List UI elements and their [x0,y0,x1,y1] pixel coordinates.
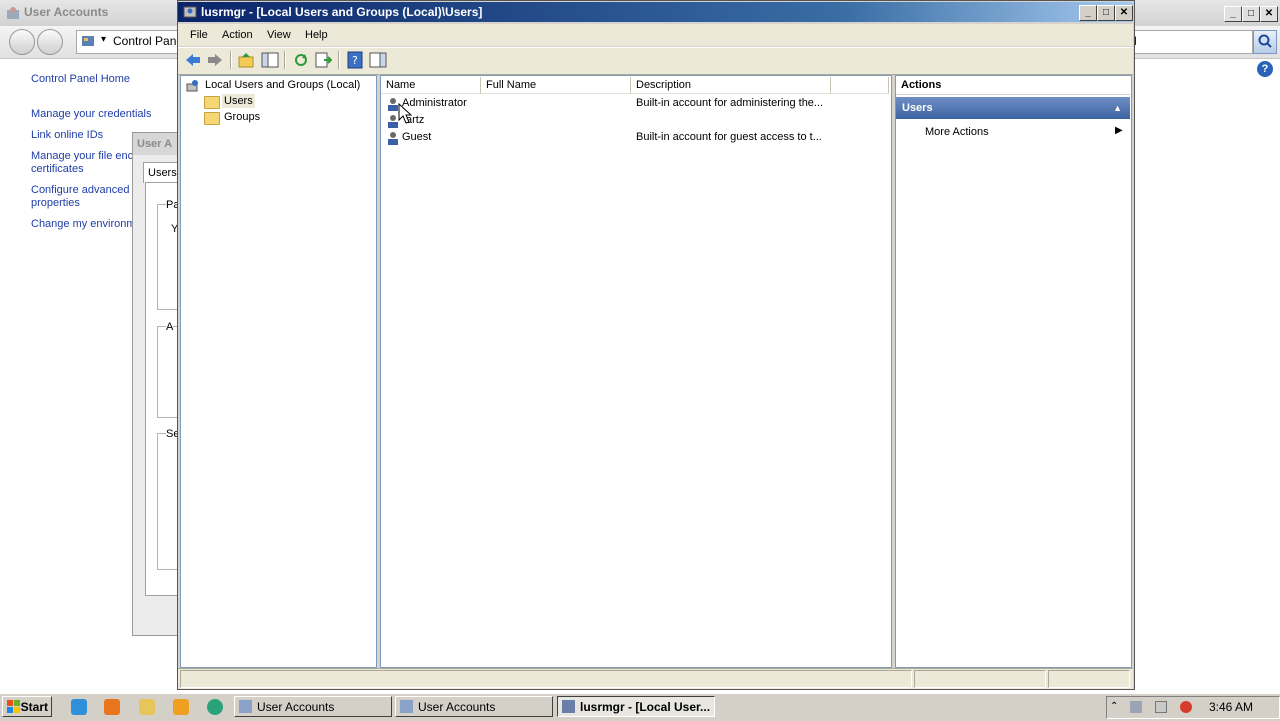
control-panel-icon [81,34,95,48]
tree-item-users[interactable]: Users [222,94,255,108]
folder-icon [204,96,220,109]
column-header-description[interactable]: Description [631,77,831,94]
link-change-environment[interactable]: Change my environm [31,218,136,230]
help-icon[interactable]: ? [1257,61,1273,77]
search-icon[interactable] [1253,30,1277,54]
maximize-icon[interactable]: □ [1097,5,1115,21]
column-header-empty [831,77,889,94]
back-arrow-icon[interactable] [184,51,202,69]
show-hide-tree-icon[interactable] [261,51,279,69]
export-list-icon[interactable] [314,51,333,69]
link-manage-credentials[interactable]: Manage your credentials [31,108,151,120]
mouse-cursor-icon [398,102,413,125]
window-title: lusrmgr - [Local Users and Groups (Local… [201,5,483,19]
menu-view[interactable]: View [267,29,291,41]
windows-logo-icon [7,700,21,714]
user-accounts-icon [400,700,413,713]
task-label: User Accounts [418,700,496,714]
start-button[interactable]: Start [2,696,52,717]
explorer-icon[interactable] [139,699,155,715]
collapse-up-icon[interactable]: ▲ [1113,97,1122,119]
tray-expand-icon[interactable]: ⌃ [1110,701,1122,713]
ie-icon[interactable] [71,699,87,715]
status-segment [180,670,912,688]
toolbar-separator [284,51,286,69]
actions-header: Actions [896,76,1130,95]
actions-section-label: Users [902,102,933,114]
show-action-pane-icon[interactable] [369,51,387,69]
row-description: Built-in account for guest access to t..… [636,131,822,143]
user-accounts-icon [6,6,20,20]
bg-close-icon[interactable]: ✕ [1260,6,1278,22]
up-folder-icon[interactable] [237,51,255,69]
task-label: lusrmgr - [Local User... [580,700,711,714]
toolbar-separator [230,51,232,69]
status-segment [1048,670,1130,688]
row-description: Built-in account for administering the..… [636,97,824,109]
link-online-ids[interactable]: Link online IDs [31,129,103,141]
link-file-encryption-line2[interactable]: certificates [31,163,84,175]
back-icon[interactable] [9,29,35,55]
minimize-icon[interactable]: _ [1079,5,1097,21]
bg-minimize-icon[interactable]: _ [1224,6,1242,22]
folder-icon [204,112,220,125]
taskbar-task-user-accounts[interactable]: User Accounts [234,696,392,717]
bg-maximize-icon[interactable]: □ [1242,6,1260,22]
address-text: Control Panel [113,34,186,48]
lusrmgr-icon [183,5,197,19]
column-header-name[interactable]: Name [381,77,481,94]
start-label: Start [20,700,48,714]
actions-section-users[interactable]: Users ▲ [896,97,1130,119]
firefox-icon[interactable] [104,699,120,715]
link-advanced-properties-line2[interactable]: properties [31,197,80,209]
chevron-down-icon[interactable]: ▾ [101,34,106,45]
help-book-icon[interactable]: ? [346,51,364,69]
taskbar-task-user-accounts-2[interactable]: User Accounts [395,696,553,717]
forward-arrow-icon[interactable] [206,51,224,69]
tree-root[interactable]: Local Users and Groups (Local) [205,79,360,91]
close-icon[interactable]: ✕ [1115,5,1133,21]
volume-muted-icon[interactable] [1180,701,1192,713]
link-advanced-properties[interactable]: Configure advanced [31,184,129,196]
status-segment [914,670,1046,688]
link-control-panel-home[interactable]: Control Panel Home [31,73,130,85]
menu-action[interactable]: Action [222,29,253,41]
taskbar-task-lusrmgr[interactable]: lusrmgr - [Local User... [557,696,715,717]
action-more-actions[interactable]: More Actions [925,126,989,138]
computer-users-icon [186,79,200,93]
forward-icon[interactable] [37,29,63,55]
user-accounts-title: User Accounts [24,5,109,19]
media-player-icon[interactable] [173,699,189,715]
group-label: A [166,321,174,333]
network-icon[interactable] [1130,701,1142,713]
row-name[interactable]: Guest [402,131,431,143]
actions-pane [895,75,1132,668]
user-icon [386,131,400,145]
svg-text:?: ? [352,54,358,67]
submenu-arrow-icon: ▶ [1115,125,1123,136]
user-accounts-icon [239,700,252,713]
clock[interactable]: 3:46 AM [1209,700,1253,714]
action-center-flag-icon[interactable] [1155,701,1167,713]
lusrmgr-icon [562,700,575,713]
app-icon[interactable] [207,699,223,715]
menu-file[interactable]: File [190,29,208,41]
list-pane [380,75,892,668]
tree-item-groups[interactable]: Groups [224,111,260,123]
menu-help[interactable]: Help [305,29,328,41]
search-input[interactable]: l [1131,30,1253,54]
refresh-icon[interactable] [292,51,310,69]
column-header-full-name[interactable]: Full Name [481,77,631,94]
tree-pane [180,75,377,668]
toolbar-separator [338,51,340,69]
link-file-encryption[interactable]: Manage your file enc [31,150,133,162]
task-label: User Accounts [257,700,335,714]
